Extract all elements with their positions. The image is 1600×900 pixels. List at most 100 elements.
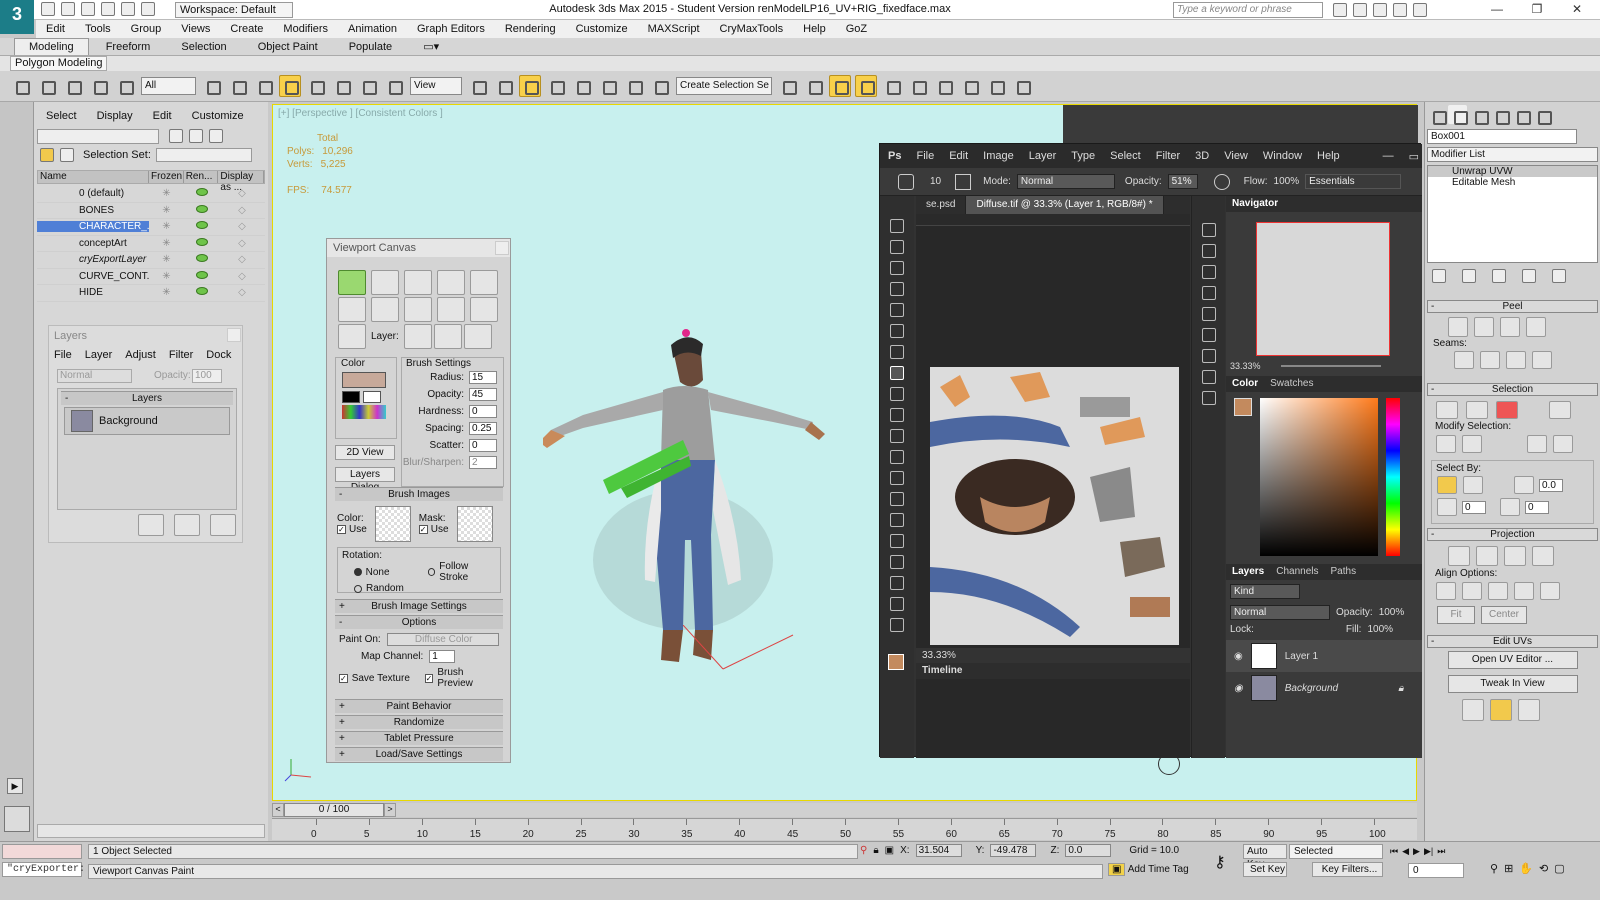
ps-minimize-icon[interactable]: — xyxy=(1383,150,1394,162)
tab-populate[interactable]: Populate xyxy=(335,39,406,55)
y-coordinate-field[interactable]: -49.478 xyxy=(990,844,1037,857)
ps-visibility-eye-icon[interactable]: ◉ xyxy=(1234,683,1243,694)
renderable-icon[interactable] xyxy=(195,221,208,230)
scatter-field[interactable]: 0 xyxy=(469,439,497,452)
add-time-tag-button[interactable]: ▣ Add Time Tag xyxy=(1108,863,1189,876)
ps-crop-tool-icon[interactable] xyxy=(890,303,904,317)
workspace-dropdown[interactable]: Workspace: Default xyxy=(175,2,293,18)
utilities-tab-icon[interactable] xyxy=(1532,105,1552,125)
ps-flow-field[interactable]: 100% xyxy=(1274,176,1300,187)
ps-navigator-zoom-slider[interactable] xyxy=(1280,365,1381,367)
quick-peel-icon[interactable] xyxy=(1448,317,1468,337)
key-filters-button[interactable]: Key Filters... xyxy=(1312,862,1383,877)
menu-rendering[interactable]: Rendering xyxy=(505,23,556,35)
ps-paragraph-icon[interactable] xyxy=(1202,370,1216,384)
edit-seams-icon[interactable] xyxy=(1454,351,1474,369)
duplicate-layer-icon[interactable] xyxy=(174,514,200,536)
ps-eraser-icon[interactable] xyxy=(890,429,904,443)
column-renderable[interactable]: Ren... xyxy=(184,171,219,183)
new-layer-icon[interactable] xyxy=(138,514,164,536)
map-channel-field[interactable]: 1 xyxy=(429,650,456,663)
undo-icon[interactable] xyxy=(101,2,115,16)
erase-icon[interactable] xyxy=(371,270,400,295)
tab-object-paint[interactable]: Object Paint xyxy=(244,39,332,55)
star-icon[interactable] xyxy=(1373,3,1387,17)
element-icon[interactable] xyxy=(1549,401,1571,419)
orbit-icon[interactable]: ⟲ xyxy=(1539,862,1548,875)
ps-history-icon[interactable] xyxy=(1202,223,1216,237)
explorer-menu-edit[interactable]: Edit xyxy=(153,110,172,122)
zoom-icon[interactable]: ⚲ xyxy=(1490,862,1498,875)
add-layer-icon[interactable] xyxy=(403,324,432,349)
loop-icon[interactable] xyxy=(1527,435,1547,453)
ps-magic-wand-icon[interactable] xyxy=(890,282,904,296)
layers-menu-file[interactable]: File xyxy=(54,349,72,361)
ps-info-icon[interactable] xyxy=(1202,286,1216,300)
ps-healing-brush-icon[interactable] xyxy=(890,345,904,359)
2d-view-button[interactable]: 2D View xyxy=(335,445,395,460)
table-row[interactable]: BONES ✳ ◇ xyxy=(37,203,265,219)
projection-rollout[interactable]: - Projection xyxy=(1427,528,1598,541)
create-tab-icon[interactable] xyxy=(1427,105,1447,125)
render-icon[interactable] xyxy=(1011,75,1033,97)
cylindrical-map-icon[interactable] xyxy=(1476,546,1498,566)
window-crossing-icon[interactable] xyxy=(279,75,301,97)
ps-path-selection-icon[interactable] xyxy=(890,555,904,569)
select-by-element-icon[interactable] xyxy=(1437,476,1457,494)
table-row[interactable]: HIDE ✳ ◇ xyxy=(37,285,265,302)
ps-layer-opacity[interactable]: 100% xyxy=(1379,607,1405,618)
maximize-viewport-icon[interactable]: ▢ xyxy=(1554,862,1564,875)
ps-menu-view[interactable]: View xyxy=(1224,150,1248,162)
motion-tab-icon[interactable] xyxy=(1490,105,1510,125)
viewport-label[interactable]: [+] [Perspective ] [Consistent Colors ] xyxy=(278,108,443,119)
paint-behavior-rollout[interactable]: + Paint Behavior xyxy=(335,699,503,713)
tab-modeling[interactable]: Modeling xyxy=(14,38,89,55)
ps-menu-filter[interactable]: Filter xyxy=(1156,150,1180,162)
z-coordinate-field[interactable]: 0.0 xyxy=(1065,844,1112,857)
mask-brush-image[interactable] xyxy=(456,506,493,542)
table-row[interactable]: conceptArt ✳ ◇ xyxy=(37,236,265,252)
polygon-icon[interactable] xyxy=(1496,401,1518,419)
ps-pen-tool-icon[interactable] xyxy=(890,513,904,527)
ps-visibility-eye-icon[interactable]: ◉ xyxy=(1234,651,1243,662)
ps-blur-tool-icon[interactable] xyxy=(890,471,904,485)
align-icon[interactable] xyxy=(803,75,825,97)
spherical-map-icon[interactable] xyxy=(1504,546,1526,566)
reference-coordinate-dropdown[interactable]: View xyxy=(410,77,462,95)
brush-preview-checkbox[interactable]: ✓ xyxy=(424,673,434,683)
layer-explorer-icon[interactable] xyxy=(855,75,877,97)
ps-move-tool-icon[interactable] xyxy=(890,219,904,233)
ps-opacity-field[interactable]: 51% xyxy=(1167,174,1198,189)
time-slider-thumb[interactable]: 0 / 100 xyxy=(284,803,384,817)
ps-shape-tool-icon[interactable] xyxy=(890,576,904,590)
restore-icon[interactable]: ❐ xyxy=(1522,2,1552,18)
ps-zoom-tool-icon[interactable] xyxy=(890,618,904,632)
modify-tab-icon[interactable] xyxy=(1448,104,1468,125)
color-palette[interactable] xyxy=(342,405,386,419)
save-texture-checkbox[interactable]: ✓ xyxy=(339,673,348,683)
set-key-mode-icon[interactable]: ⚷ xyxy=(1214,852,1226,872)
column-name[interactable]: Name xyxy=(38,171,149,183)
layers-dialog-button[interactable]: Layers Dialog xyxy=(335,467,395,493)
community-icon[interactable] xyxy=(1353,3,1367,17)
paint-brush-icon[interactable] xyxy=(338,270,366,295)
frozen-icon[interactable]: ✳ xyxy=(149,254,184,265)
quick-planar-icon[interactable] xyxy=(1462,699,1484,721)
shrink-selection-icon[interactable] xyxy=(1462,435,1482,453)
selection-lock-icon[interactable]: 🔒︎ xyxy=(873,845,878,856)
time-next-icon[interactable]: > xyxy=(384,803,396,817)
redo-icon[interactable] xyxy=(36,75,58,97)
go-to-end-icon[interactable]: ⏭ xyxy=(1437,846,1445,857)
edit-named-selection-icon[interactable] xyxy=(649,75,671,97)
menu-graph-editors[interactable]: Graph Editors xyxy=(417,23,485,35)
time-prev-icon[interactable]: < xyxy=(272,803,284,817)
blend-mode-dropdown[interactable]: Normal xyxy=(57,369,132,383)
display-tab-icon[interactable] xyxy=(1511,105,1531,125)
ps-type-tool-icon[interactable] xyxy=(890,534,904,548)
ps-brush-panel-icon[interactable] xyxy=(955,173,972,190)
tweak-in-view-button[interactable]: Tweak In View xyxy=(1447,675,1578,693)
schematic-view-icon[interactable] xyxy=(907,75,929,97)
rotation-none-radio[interactable] xyxy=(354,568,362,576)
menu-animation[interactable]: Animation xyxy=(348,23,397,35)
contrast-icon[interactable] xyxy=(404,297,433,322)
